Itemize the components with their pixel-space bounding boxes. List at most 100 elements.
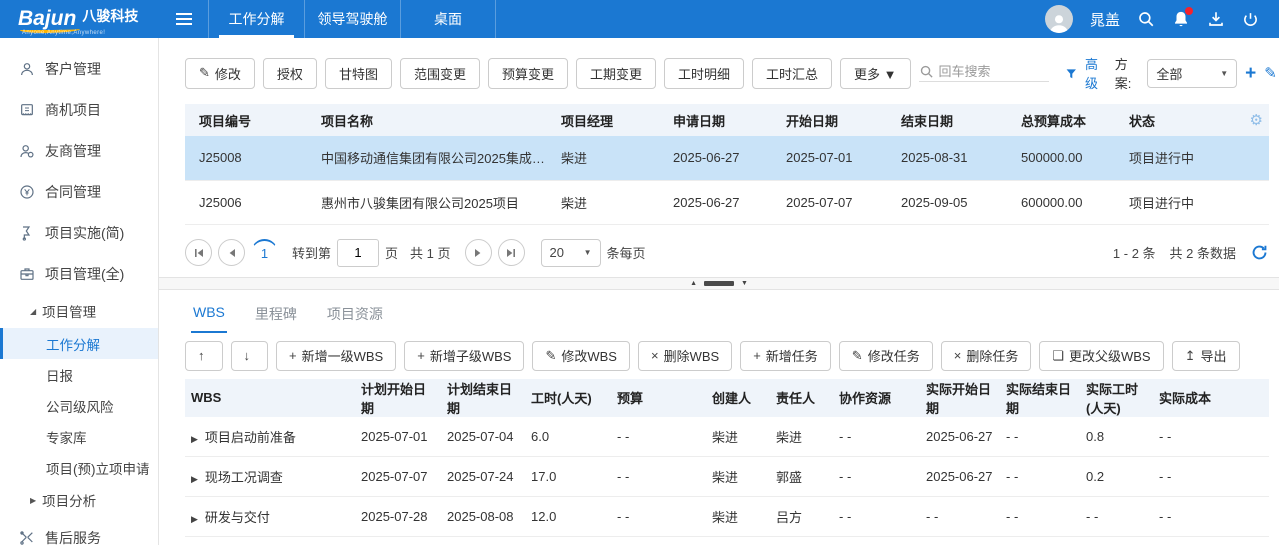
goto-label: 转到第 bbox=[292, 243, 331, 262]
logo-text-cn: 八骏科技 bbox=[82, 6, 138, 26]
chevron-down-icon: ▼ bbox=[584, 248, 592, 257]
splitter-handle[interactable] bbox=[704, 281, 734, 286]
wbs-toolbar-button[interactable]: ✎ 修改WBS bbox=[532, 341, 630, 371]
pagination: 1 转到第 页 共 1 页 20 ▼ 条每页 1 - 2 条 共 2 条数据 bbox=[185, 239, 1269, 267]
implementation-icon bbox=[18, 224, 35, 241]
sidebar: 客户管理 商机项目 友商管理 合同管理 项目实施(简) 项目管理(全) ◢ 项目… bbox=[0, 38, 159, 545]
wbs-toolbar-button[interactable]: ❏ 更改父级WBS bbox=[1039, 341, 1163, 371]
nav-tab-dashboard[interactable]: 领导驾驶舱 bbox=[304, 0, 400, 38]
wbs-toolbar-button[interactable]: ↥ 导出 bbox=[1172, 341, 1240, 371]
toolbar-button[interactable]: 预算变更 bbox=[488, 58, 568, 89]
total-label: 共 2 条数据 bbox=[1170, 243, 1236, 262]
button-icon: × bbox=[651, 348, 659, 363]
expand-row-icon[interactable]: ▶ bbox=[191, 514, 198, 524]
page-unit-label: 页 bbox=[385, 243, 398, 262]
last-page-button[interactable] bbox=[498, 239, 525, 266]
sidebar-item-project-approval[interactable]: 项目(预)立项申请 bbox=[0, 452, 158, 483]
sidebar-item-work-breakdown[interactable]: 工作分解 bbox=[0, 328, 158, 359]
nav-tab-desktop[interactable]: 桌面 bbox=[400, 0, 496, 38]
advanced-link[interactable]: 高级 bbox=[1085, 54, 1107, 92]
toolbar-button[interactable]: 工期变更 bbox=[576, 58, 656, 89]
sidebar-item-after-sales[interactable]: 售后服务 bbox=[0, 517, 158, 545]
prev-page-button[interactable] bbox=[218, 239, 245, 266]
wbs-tab[interactable]: 里程碑 bbox=[253, 298, 299, 333]
project-row[interactable]: J25008 中国移动通信集团有限公司2025集成项目 柴进 2025-06-2… bbox=[185, 136, 1269, 180]
wbs-toolbar-button[interactable]: + 新增任务 bbox=[740, 341, 831, 371]
filter-icon[interactable] bbox=[1065, 66, 1078, 81]
refresh-icon[interactable] bbox=[1250, 243, 1269, 262]
partner-icon bbox=[18, 142, 35, 159]
sidebar-item-daily-report[interactable]: 日报 bbox=[0, 359, 158, 390]
sidebar-item-partners[interactable]: 友商管理 bbox=[0, 130, 158, 171]
search-input[interactable] bbox=[939, 64, 1049, 79]
range-label: 1 - 2 条 bbox=[1113, 243, 1156, 262]
toolbar-button[interactable]: ✎ 修改 bbox=[185, 58, 255, 89]
chevron-down-icon: ▼ bbox=[1220, 69, 1228, 78]
page-size-select[interactable]: 20 ▼ bbox=[541, 239, 601, 267]
sidebar-item-company-risk[interactable]: 公司级风险 bbox=[0, 390, 158, 421]
toolbar-button[interactable]: 更多 ▼ bbox=[840, 58, 910, 89]
wbs-tab[interactable]: 项目资源 bbox=[325, 298, 385, 333]
search-icon[interactable] bbox=[1137, 10, 1155, 28]
toolbar-button[interactable]: 授权 bbox=[263, 58, 317, 89]
button-icon: + bbox=[289, 348, 297, 363]
download-icon[interactable] bbox=[1207, 10, 1225, 28]
gear-icon[interactable]: ⚙ bbox=[1250, 112, 1263, 129]
customer-icon bbox=[18, 60, 35, 77]
project-icon bbox=[18, 265, 35, 282]
search-zone: 高级 方案: 全部 ▼ + ✎ × bbox=[919, 54, 1279, 92]
sidebar-item-contracts[interactable]: 合同管理 bbox=[0, 171, 158, 212]
wbs-row[interactable]: ▶研发与交付 2025-07-28 2025-08-08 12.0 - - 柴进… bbox=[185, 497, 1269, 537]
sidebar-item-expert-library[interactable]: 专家库 bbox=[0, 421, 158, 452]
opportunity-icon bbox=[18, 101, 35, 118]
next-page-button[interactable] bbox=[465, 239, 492, 266]
button-icon: ✎ bbox=[545, 348, 556, 364]
sidebar-item-implementation-simple[interactable]: 项目实施(简) bbox=[0, 212, 158, 253]
wbs-toolbar-button[interactable]: ↑ bbox=[185, 341, 223, 371]
wbs-toolbar-button[interactable]: × 删除WBS bbox=[638, 341, 732, 371]
projects-toolbar: ✎ 修改 授权 甘特图 范围变更 bbox=[185, 54, 1269, 92]
button-icon: ✎ bbox=[199, 65, 210, 81]
wbs-row[interactable]: ▶项目验收 2025-08-11 2025-08-31 18.0 - - 柴进 … bbox=[185, 537, 1269, 545]
wbs-row[interactable]: ▶现场工况调查 2025-07-07 2025-07-24 17.0 - - 柴… bbox=[185, 457, 1269, 497]
username[interactable]: 晁盖 bbox=[1090, 9, 1120, 30]
sidebar-group-project-management[interactable]: ◢ 项目管理 bbox=[0, 294, 158, 328]
expand-row-icon[interactable]: ▶ bbox=[191, 474, 198, 484]
per-page-label: 条每页 bbox=[607, 243, 646, 262]
add-scheme-icon[interactable]: + bbox=[1245, 64, 1256, 83]
edit-scheme-icon[interactable]: ✎ bbox=[1264, 64, 1277, 82]
toolbar-button[interactable]: 工时明细 bbox=[664, 58, 744, 89]
sidebar-item-opportunities[interactable]: 商机项目 bbox=[0, 89, 158, 130]
avatar[interactable] bbox=[1045, 5, 1073, 33]
menu-icon[interactable] bbox=[160, 0, 208, 38]
sidebar-item-project-management-full[interactable]: 项目管理(全) bbox=[0, 253, 158, 294]
wbs-tabs: WBS 里程碑 项目资源 bbox=[185, 298, 1269, 333]
wbs-toolbar-button[interactable]: × 删除任务 bbox=[941, 341, 1032, 371]
wbs-toolbar-button[interactable]: ↓ bbox=[231, 341, 269, 371]
toolbar-button[interactable]: 甘特图 bbox=[325, 58, 392, 89]
bell-icon[interactable] bbox=[1172, 10, 1190, 28]
collapse-up-icon[interactable]: ▲ bbox=[690, 280, 697, 287]
toolbar-button[interactable]: 工时汇总 bbox=[752, 58, 832, 89]
wbs-toolbar-button[interactable]: ✎ 修改任务 bbox=[839, 341, 933, 371]
wbs-toolbar-button[interactable]: + 新增一级WBS bbox=[276, 341, 396, 371]
first-page-button[interactable] bbox=[185, 239, 212, 266]
panel-splitter[interactable]: ▲ ▼ bbox=[159, 277, 1279, 290]
current-page[interactable]: 1 bbox=[251, 239, 278, 266]
power-icon[interactable] bbox=[1242, 11, 1259, 28]
wbs-toolbar-button[interactable]: + 新增子级WBS bbox=[404, 341, 524, 371]
button-icon: ✎ bbox=[852, 348, 863, 364]
sidebar-group-project-analysis[interactable]: ▶ 项目分析 bbox=[0, 483, 158, 517]
navbar-right: 晁盖 bbox=[1045, 0, 1279, 38]
page-number-input[interactable] bbox=[337, 239, 379, 267]
scheme-select[interactable]: 全部 ▼ bbox=[1147, 59, 1237, 88]
nav-tab-work-breakdown[interactable]: 工作分解 bbox=[208, 0, 304, 38]
project-row[interactable]: J25006 惠州市八骏集团有限公司2025项目 柴进 2025-06-27 2… bbox=[185, 180, 1269, 224]
collapse-down-icon[interactable]: ▼ bbox=[741, 280, 748, 287]
wbs-row[interactable]: ▶项目启动前准备 2025-07-01 2025-07-04 6.0 - - 柴… bbox=[185, 417, 1269, 457]
expand-row-icon[interactable]: ▶ bbox=[191, 434, 198, 444]
scheme-label: 方案: bbox=[1115, 54, 1140, 92]
wbs-tab[interactable]: WBS bbox=[191, 298, 227, 333]
toolbar-button[interactable]: 范围变更 bbox=[400, 58, 480, 89]
sidebar-item-customers[interactable]: 客户管理 bbox=[0, 48, 158, 89]
